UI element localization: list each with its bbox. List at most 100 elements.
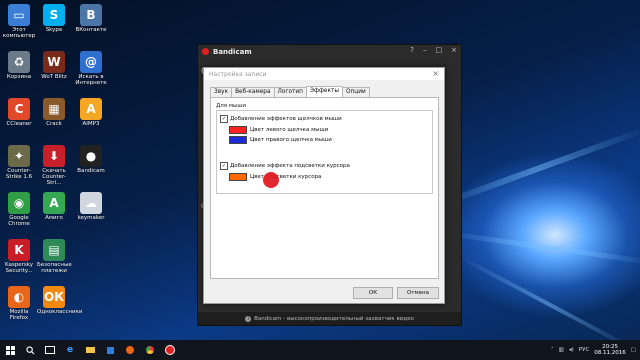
desktop-icon-counter-strike[interactable]: ✦ Counter-Strike 1.6 — [2, 145, 36, 180]
cursor-highlight-checkbox[interactable]: ✓ — [220, 162, 228, 170]
desktop-icon-label: WoT Blitz — [41, 74, 67, 80]
network-icon[interactable]: ▥ — [559, 347, 564, 353]
desktop-icon-recycle-bin[interactable]: ♻ Корзина — [2, 51, 36, 80]
desktop-icon-crack[interactable]: ▦ Crack — [37, 98, 71, 127]
desktop-icon-skype[interactable]: S Skype — [37, 4, 71, 33]
notifications-icon[interactable]: ▢ — [631, 347, 636, 353]
mouse-group-title: Для мыши — [216, 103, 246, 109]
desktop-icon-label: Скачать Counter-Stri... — [42, 168, 66, 186]
taskbar: e ˄ ▥ ◂) РУС 20:25 08.11.2016 ▢ — [0, 340, 640, 360]
ccleaner-icon: C — [8, 98, 30, 120]
desktop-icon-safe-payments[interactable]: ▤ Безопасные платежи — [37, 239, 72, 274]
google-chrome-icon: ◉ — [8, 192, 30, 214]
dialog-close-icon[interactable]: × — [432, 69, 439, 78]
close-icon[interactable]: × — [451, 46, 457, 54]
maximize-icon[interactable]: □ — [436, 46, 443, 54]
desktop-icon-bandicam[interactable]: ● Bandicam — [74, 145, 108, 174]
desktop-icon-label: Counter-Strike 1.6 — [5, 168, 33, 180]
task-view-icon[interactable] — [40, 340, 60, 360]
effects-panel: Для мыши ✓ Добавление эффектов щелчков м… — [210, 97, 439, 279]
keymaker-icon: ☁ — [80, 192, 102, 214]
desktop-icon-label: Амиго — [45, 215, 63, 221]
desktop-icon-kaspersky[interactable]: K Kaspersky Security... — [2, 239, 36, 274]
tab-webcam[interactable]: Веб-камера — [231, 87, 275, 97]
aimp3-icon: A — [80, 98, 102, 120]
ok-button[interactable]: ОК — [353, 287, 393, 299]
edge-icon[interactable]: e — [60, 340, 80, 360]
cursor-highlight-label: Добавление эффекта подсветки курсора — [230, 163, 350, 169]
desktop-icon-amigo[interactable]: A Амиго — [37, 192, 71, 221]
desktop-icon-vkontakte[interactable]: B ВКонтакте — [74, 4, 108, 33]
click-effects-checkbox[interactable]: ✓ — [220, 115, 228, 123]
bandicam-titlebar[interactable]: Bandicam ? – □ × — [198, 45, 461, 58]
language-indicator[interactable]: РУС — [579, 347, 590, 353]
desktop-icon-ccleaner[interactable]: C CCleaner — [2, 98, 36, 127]
desktop-icon-search-internet[interactable]: @ Искать в Интернете — [74, 51, 108, 86]
clock[interactable]: 20:25 08.11.2016 — [594, 344, 626, 357]
cursor-highlight-icon — [263, 172, 279, 188]
recycle-bin-icon: ♻ — [8, 51, 30, 73]
click-effects-option[interactable]: ✓ Добавление эффектов щелчков мыши — [220, 115, 342, 123]
desktop-icon-wot-blitz[interactable]: W WoT Blitz — [37, 51, 71, 80]
bandicam-logo-icon — [202, 48, 209, 55]
desktop-icon-keymaker[interactable]: ☁ keymaker — [74, 192, 108, 221]
skype-icon: S — [43, 4, 65, 26]
left-click-color-button[interactable] — [229, 126, 247, 134]
firefox-icon: ◐ — [8, 286, 30, 308]
computer-icon: ▭ — [8, 4, 30, 26]
help-icon[interactable]: ? — [410, 46, 414, 54]
desktop-icon-computer[interactable]: ▭ Этот компьютер — [2, 4, 36, 39]
desktop-icon-label: keymaker — [77, 215, 105, 221]
tab-options[interactable]: Опции — [341, 87, 370, 97]
chrome-icon[interactable] — [140, 340, 160, 360]
desktop-icon-label: Google Chrome — [8, 215, 30, 227]
kaspersky-icon: K — [8, 239, 30, 261]
bandicam-title: Bandicam — [213, 47, 252, 56]
dialog-title: Настройка записи — [209, 70, 267, 78]
desktop-icon-odnoklassniki[interactable]: ОК Одноклассники — [37, 286, 83, 315]
search-icon[interactable] — [20, 340, 40, 360]
desktop-icon-firefox[interactable]: ◐ Mozilla Firefox — [2, 286, 36, 321]
bandicam-footer: i Bandicam - высокопроизводительный захв… — [198, 312, 461, 325]
desktop-icon-aimp3[interactable]: A AIMP3 — [74, 98, 108, 127]
windows-start-icon[interactable] — [0, 340, 20, 360]
clock-date: 08.11.2016 — [594, 350, 626, 356]
desktop-icon-label: Mozilla Firefox — [9, 309, 29, 321]
counter-strike-icon: ✦ — [8, 145, 30, 167]
mouse-group-box: ✓ Добавление эффектов щелчков мыши Цвет … — [216, 110, 433, 194]
left-click-color-option[interactable]: Цвет левого щелчка мыши — [229, 126, 328, 134]
firefox-icon[interactable] — [120, 340, 140, 360]
click-effects-label: Добавление эффектов щелчков мыши — [230, 116, 342, 122]
tab-logo[interactable]: Логотип — [273, 87, 307, 97]
desktop-icon-label: ВКонтакте — [75, 27, 107, 33]
info-icon: i — [245, 315, 252, 322]
wot-blitz-icon: W — [43, 51, 65, 73]
store-icon[interactable] — [100, 340, 120, 360]
desktop-icon-label: Crack — [46, 121, 62, 127]
crack-icon: ▦ — [43, 98, 65, 120]
highlight-color-label: Цвет подсветки курсора — [250, 174, 322, 180]
search-internet-icon: @ — [80, 51, 102, 73]
desktop-icon-google-chrome[interactable]: ◉ Google Chrome — [2, 192, 36, 227]
bandicam-taskbar-icon[interactable] — [160, 340, 180, 360]
download-cs-icon: ⬇ — [43, 145, 65, 167]
minimize-icon[interactable]: – — [423, 46, 427, 54]
tab-sound[interactable]: Звук — [210, 87, 233, 97]
volume-icon[interactable]: ◂) — [569, 347, 574, 353]
desktop-icon-label: Одноклассники — [37, 309, 83, 315]
desktop-icon-label: Kaspersky Security... — [5, 262, 33, 274]
highlight-color-button[interactable] — [229, 173, 247, 181]
bandicam-footer-text: Bandicam - высокопроизводительный захват… — [254, 315, 414, 322]
file-explorer-icon[interactable] — [80, 340, 100, 360]
cancel-button[interactable]: Отмена — [397, 287, 439, 299]
tray-up-icon[interactable]: ˄ — [551, 347, 554, 353]
right-click-color-option[interactable]: Цвет правого щелчка мыши — [229, 136, 332, 144]
desktop-icon-download-cs[interactable]: ⬇ Скачать Counter-Stri... — [37, 145, 71, 186]
bandicam-icon: ● — [80, 145, 102, 167]
dialog-titlebar[interactable]: Настройка записи × — [204, 68, 444, 80]
right-click-color-button[interactable] — [229, 136, 247, 144]
vkontakte-icon: B — [80, 4, 102, 26]
desktop-icon-label: Корзина — [6, 74, 32, 80]
desktop-icon-label: Этот компьютер — [2, 27, 36, 39]
cursor-highlight-option[interactable]: ✓ Добавление эффекта подсветки курсора — [220, 162, 350, 170]
